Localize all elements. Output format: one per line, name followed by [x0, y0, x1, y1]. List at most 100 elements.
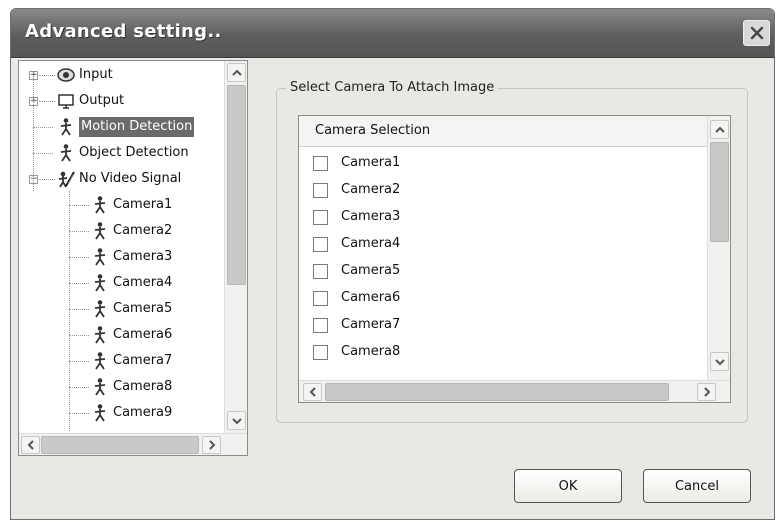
- tree-item-label: No Video Signal: [79, 171, 182, 186]
- camera-checkbox[interactable]: [313, 291, 328, 306]
- camera-checkbox[interactable]: [313, 264, 328, 279]
- camera-label: Camera2: [341, 182, 401, 197]
- camera-scroll-right-button[interactable]: [697, 383, 716, 401]
- tree-connector: [69, 191, 70, 431]
- camera-list-item[interactable]: Camera5: [311, 260, 701, 286]
- tree-item[interactable]: Camera1: [19, 193, 224, 217]
- person-icon: [94, 274, 106, 292]
- tree-item[interactable]: Camera2: [19, 219, 224, 243]
- camera-list-item[interactable]: Camera3: [311, 206, 701, 232]
- camera-list-item[interactable]: Camera4: [311, 233, 701, 259]
- no-signal-icon: [58, 171, 75, 188]
- tree-scroll-up-button[interactable]: [227, 63, 246, 82]
- chevron-right-icon: [208, 440, 215, 450]
- person-icon: [94, 300, 106, 318]
- person-icon: [94, 222, 106, 240]
- camera-label: Camera8: [341, 344, 401, 359]
- camera-list-item[interactable]: Camera1: [311, 152, 701, 178]
- camera-selection-header[interactable]: Camera Selection: [299, 116, 707, 147]
- tree-item-label: Camera1: [113, 197, 173, 212]
- camera-selection-list[interactable]: Camera Selection Camera1 Camera2 Camera3 Ca…: [298, 115, 731, 403]
- chevron-left-icon: [309, 387, 316, 397]
- tree-connector: [69, 231, 89, 232]
- tree-item[interactable]: Motion Detection: [19, 115, 224, 139]
- camera-vertical-scrollbar[interactable]: [707, 116, 730, 380]
- tree-item[interactable]: Camera9: [19, 401, 224, 425]
- chevron-down-icon: [231, 417, 242, 424]
- chevron-left-icon: [27, 440, 34, 450]
- tree-item[interactable]: Camera4: [19, 271, 224, 295]
- tree-scroll-thumb[interactable]: [227, 85, 246, 285]
- tree-connector: [39, 101, 55, 102]
- tree-item[interactable]: Camera8: [19, 375, 224, 399]
- tree-item[interactable]: Object Detection: [19, 141, 224, 165]
- camera-list-item[interactable]: Camera6: [311, 287, 701, 313]
- camera-checkbox[interactable]: [313, 237, 328, 252]
- tree-connector: [69, 309, 89, 310]
- tree-connector: [69, 335, 89, 336]
- ok-button[interactable]: OK: [514, 469, 622, 503]
- tree-item[interactable]: + Input: [19, 63, 224, 87]
- tree-connector: [69, 413, 89, 414]
- tree-connector: [33, 127, 53, 128]
- person-icon: [60, 118, 72, 136]
- tree-item[interactable]: Camera3: [19, 245, 224, 269]
- camera-checkbox[interactable]: [313, 156, 328, 171]
- tree-scroll-right-button[interactable]: [202, 436, 221, 454]
- chevron-right-icon: [703, 387, 710, 397]
- tree-horizontal-scrollbar[interactable]: [19, 433, 247, 455]
- settings-tree[interactable]: + Input + Output Motion Detection Object Dete…: [18, 60, 248, 456]
- camera-checkbox[interactable]: [313, 345, 328, 360]
- camera-checkbox[interactable]: [313, 318, 328, 333]
- title-bar[interactable]: Advanced setting..: [11, 9, 774, 58]
- camera-scroll-left-button[interactable]: [303, 383, 322, 401]
- camera-list-item[interactable]: Camera7: [311, 314, 701, 340]
- camera-selection-header-label: Camera Selection: [315, 123, 431, 138]
- camera-scroll-thumb[interactable]: [710, 142, 729, 242]
- eye-icon: [57, 68, 75, 82]
- tree-connector: [69, 205, 89, 206]
- camera-hscroll-thumb[interactable]: [325, 383, 669, 401]
- person-icon: [94, 404, 106, 422]
- tree-item-label: Camera7: [113, 353, 173, 368]
- dialog-title: Advanced setting..: [25, 21, 222, 42]
- person-icon: [91, 325, 109, 345]
- person-icon: [94, 352, 106, 370]
- camera-checkbox[interactable]: [313, 210, 328, 225]
- camera-scroll-up-button[interactable]: [710, 120, 729, 139]
- tree-connector: [39, 75, 55, 76]
- tree-scroll-left-button[interactable]: [21, 436, 40, 454]
- close-button[interactable]: [743, 20, 770, 46]
- tree-vertical-scrollbar[interactable]: [224, 61, 247, 433]
- tree-item[interactable]: − No Video Signal: [19, 167, 224, 191]
- cancel-button[interactable]: Cancel: [643, 469, 751, 503]
- camera-checkbox[interactable]: [313, 183, 328, 198]
- tree-item-label: Input: [79, 67, 113, 82]
- camera-label: Camera4: [341, 236, 401, 251]
- tree-item-label: Camera2: [113, 223, 173, 238]
- tree-connector: [33, 153, 53, 154]
- chevron-up-icon: [714, 126, 725, 133]
- tree-connector: [39, 179, 55, 180]
- tree-rows: + Input + Output Motion Detection Object Dete…: [19, 61, 224, 433]
- tree-item-label: Output: [79, 93, 125, 108]
- camera-list-item[interactable]: Camera8: [311, 341, 701, 367]
- tree-item-label: Camera9: [113, 405, 173, 420]
- tree-hscroll-thumb[interactable]: [41, 436, 199, 454]
- person-icon: [94, 248, 106, 266]
- tree-item[interactable]: Camera6: [19, 323, 224, 347]
- tree-connector: [33, 75, 34, 191]
- tree-scroll-down-button[interactable]: [227, 411, 246, 430]
- camera-list-item[interactable]: Camera2: [311, 179, 701, 205]
- tree-item[interactable]: Camera5: [19, 297, 224, 321]
- camera-horizontal-scrollbar[interactable]: [299, 380, 730, 402]
- monitor-icon: [58, 94, 74, 109]
- chevron-up-icon: [231, 69, 242, 76]
- eye-icon: [57, 65, 75, 85]
- tree-item-label: Motion Detection: [79, 117, 195, 137]
- tree-item[interactable]: Camera7: [19, 349, 224, 373]
- camera-scroll-down-button[interactable]: [710, 352, 729, 371]
- tree-item[interactable]: + Output: [19, 89, 224, 113]
- person-icon: [91, 273, 109, 293]
- tree-item-label: Camera3: [113, 249, 173, 264]
